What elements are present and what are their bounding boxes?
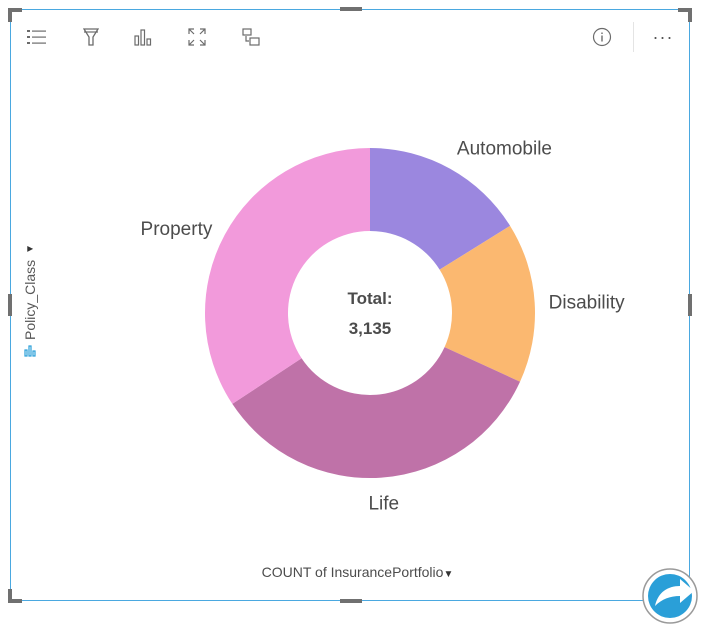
caret-down-icon: ▼	[24, 243, 36, 254]
slice-property[interactable]	[205, 148, 370, 404]
resize-handle-right[interactable]	[688, 294, 692, 316]
corner-mark	[688, 8, 692, 22]
x-axis-label: COUNT of InsurancePortfolio	[261, 564, 444, 580]
x-axis: COUNT of InsurancePortfolio▼	[0, 564, 715, 580]
slice-label-property: Property	[141, 219, 213, 240]
corner-mark	[8, 589, 12, 603]
y-axis: Policy_Class ▼	[18, 230, 48, 360]
resize-handle-bottom[interactable]	[340, 599, 362, 603]
share-arrow-icon	[642, 568, 698, 624]
donut-chart: AutomobileDisabilityLifeProperty Total: …	[141, 139, 626, 515]
slice-label-automobile: Automobile	[457, 139, 552, 160]
y-axis-field-selector[interactable]: Policy_Class ▼	[22, 244, 38, 358]
slice-label-disability: Disability	[549, 293, 626, 314]
donut-slices	[205, 148, 535, 478]
bar-chart-icon	[24, 344, 36, 360]
caret-down-icon: ▼	[443, 569, 454, 580]
x-axis-field-selector[interactable]: COUNT of InsurancePortfolio▼	[262, 564, 454, 580]
resize-handle-left[interactable]	[8, 294, 12, 316]
center-total-label: Total:	[347, 289, 392, 308]
resize-handle-top[interactable]	[340, 7, 362, 11]
share-button[interactable]	[642, 562, 704, 624]
corner-mark	[8, 8, 12, 22]
y-axis-label: Policy_Class	[22, 259, 38, 340]
center-total-value: 3,135	[349, 319, 392, 338]
slice-label-life: Life	[368, 493, 399, 514]
